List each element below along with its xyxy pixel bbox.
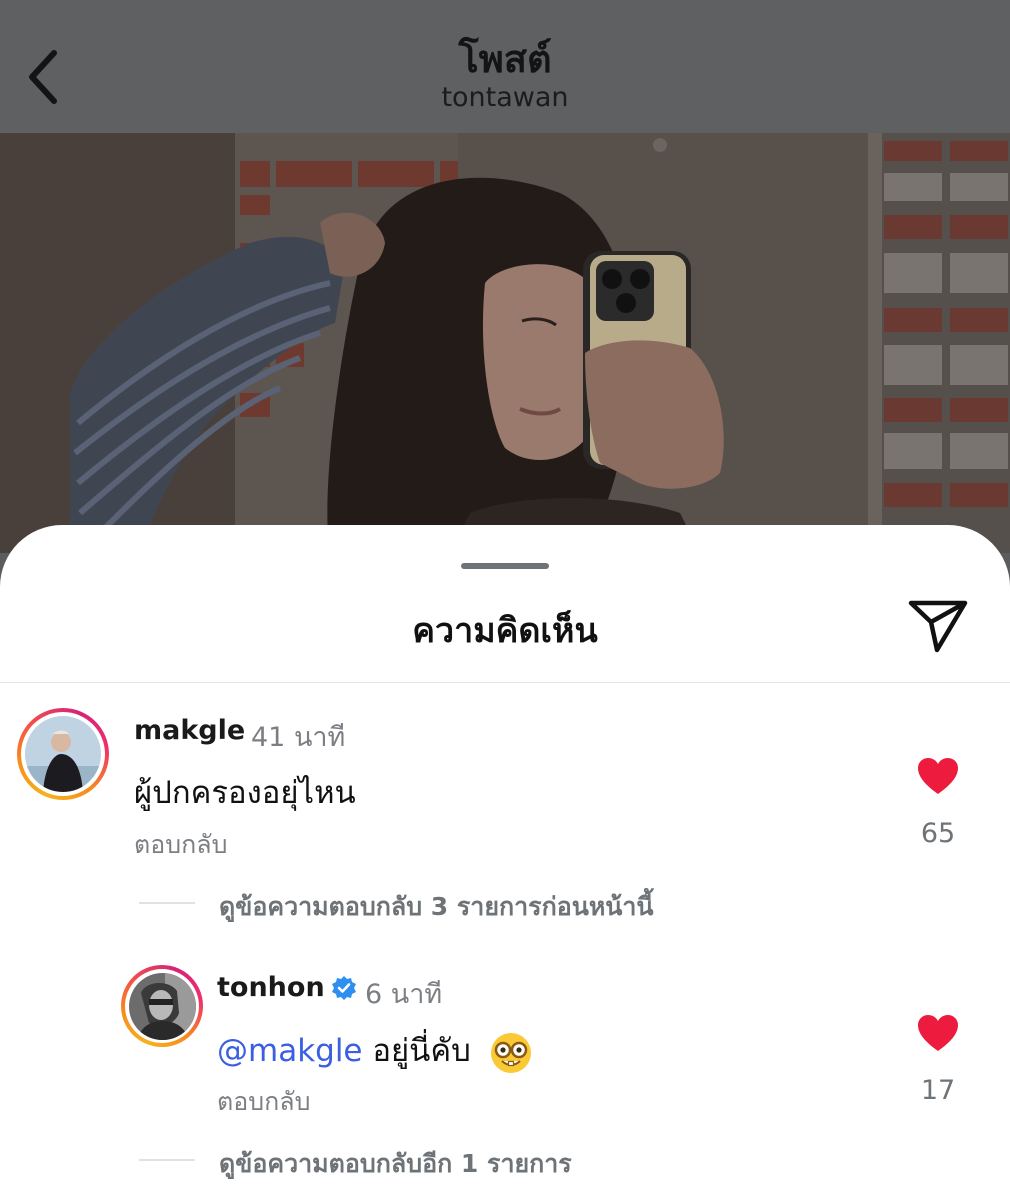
avatar-photo-tonhon <box>128 972 196 1040</box>
comment-text: ผู้ปกครองอยุ่ไหน <box>134 775 356 811</box>
comments-sheet: ความคิดเห็น makgle 41 นาที ผู้ปกครองอยุ่… <box>0 525 1010 1200</box>
post-photo[interactable] <box>0 133 1010 553</box>
reply-button[interactable]: ตอบกลับ <box>217 1082 310 1122</box>
heart-icon <box>918 1015 958 1051</box>
reply-text-line: @makgle อยู่นี่คับ <box>217 1025 533 1075</box>
mention-link[interactable]: @makgle <box>217 1033 363 1069</box>
sheet-divider <box>0 682 1010 683</box>
like-count: 65 <box>920 818 956 849</box>
reply-time: 6 นาที <box>365 979 443 1010</box>
like-button[interactable] <box>908 751 968 801</box>
avatar-photo-makgle <box>25 716 101 792</box>
heart-icon <box>918 758 958 794</box>
like-button[interactable] <box>908 1008 968 1058</box>
reply-button[interactable]: ตอบกลับ <box>134 825 227 865</box>
comments-title: ความคิดเห็น <box>412 611 598 651</box>
view-more-replies-link[interactable]: ดูข้อความตอบกลับอีก 1 รายการ <box>219 1144 572 1184</box>
avatar[interactable] <box>121 965 203 1047</box>
reply-text: อยู่นี่คับ <box>372 1033 471 1069</box>
post-header: โพสต์ tontawan <box>0 0 1010 133</box>
comment-username[interactable]: makgle <box>134 715 245 746</box>
view-previous-replies-link[interactable]: ดูข้อความตอบกลับ 3 รายการก่อนหน้านี้ <box>219 887 654 927</box>
comment-time: 41 นาที <box>251 722 346 753</box>
view-replies-divider <box>139 902 195 904</box>
view-replies-divider <box>139 1159 195 1161</box>
reply-username[interactable]: tonhon <box>217 972 325 1003</box>
page-title: โพสต์ <box>458 37 552 81</box>
paper-plane-icon <box>908 600 968 653</box>
avatar[interactable] <box>17 708 109 800</box>
like-count: 17 <box>920 1075 956 1106</box>
sheet-grabber[interactable] <box>461 563 549 569</box>
nerd-face-emoji <box>490 1032 531 1073</box>
share-button[interactable] <box>902 595 974 657</box>
verified-badge-icon <box>332 976 356 1000</box>
post-author-username[interactable]: tontawan <box>0 82 1010 113</box>
